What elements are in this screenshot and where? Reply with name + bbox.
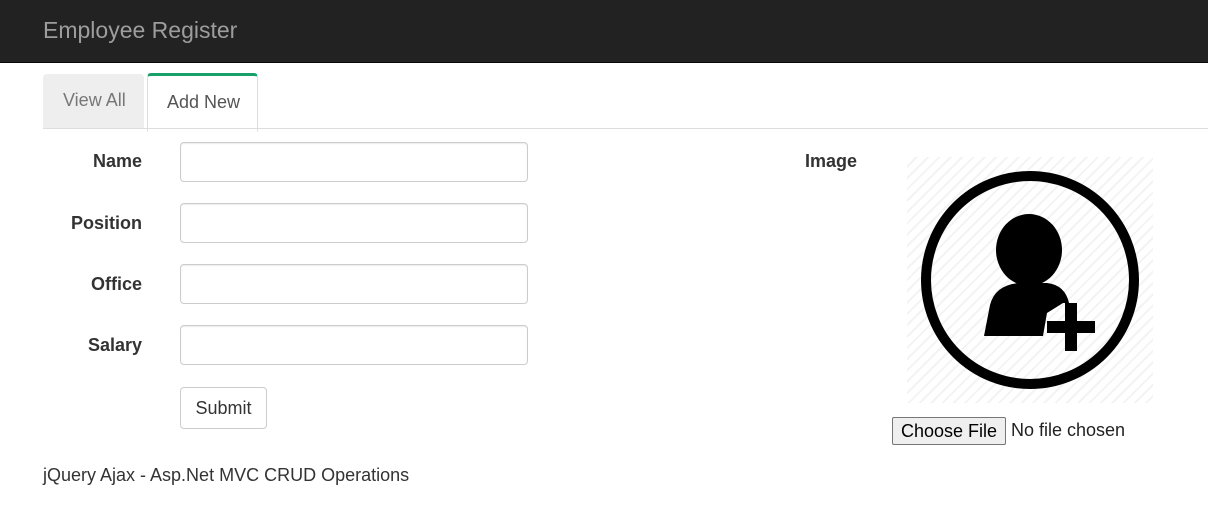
brand-title[interactable]: Employee Register: [43, 17, 237, 43]
name-label: Name: [92, 151, 142, 171]
tab-view-all[interactable]: View All: [43, 74, 144, 128]
employee-image-preview[interactable]: [907, 157, 1153, 403]
tab-view-all-label: View All: [63, 90, 126, 110]
footer-text: jQuery Ajax - Asp.Net MVC CRUD Operation…: [43, 465, 410, 485]
add-user-icon: [921, 171, 1139, 389]
tabs-divider: [43, 128, 1208, 129]
submit-button[interactable]: Submit: [180, 387, 267, 429]
office-input[interactable]: [180, 264, 528, 304]
salary-input[interactable]: [180, 325, 528, 365]
salary-label: Salary: [87, 335, 142, 355]
position-input[interactable]: [180, 203, 528, 243]
office-label: Office: [90, 274, 142, 294]
navbar: Employee Register: [0, 0, 1208, 63]
tab-add-new-label: Add New: [167, 92, 241, 112]
image-label: Image: [805, 151, 858, 171]
position-label: Position: [71, 213, 142, 233]
tab-add-new[interactable]: Add New: [147, 73, 258, 132]
name-input[interactable]: [180, 142, 528, 182]
choose-file-button[interactable]: Choose File: [892, 417, 1006, 445]
file-status-text: No file chosen: [1011, 420, 1126, 440]
